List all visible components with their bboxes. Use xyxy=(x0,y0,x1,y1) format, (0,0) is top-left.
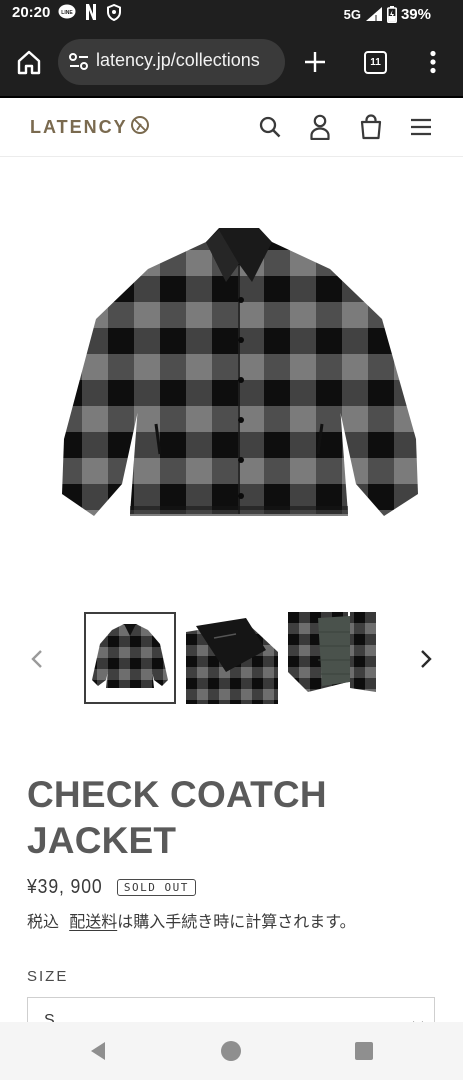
home-icon[interactable] xyxy=(14,48,44,78)
thumbnail-2-image xyxy=(186,612,278,704)
url-text: latency.jp/collections xyxy=(96,50,260,70)
shield-icon xyxy=(106,3,122,25)
recents-icon[interactable] xyxy=(353,1040,375,1062)
thumbnail-gallery xyxy=(0,612,463,706)
site-header: LATENCY xyxy=(0,98,463,157)
thumbnail-1-image xyxy=(92,624,168,688)
browser-toolbar: latency.jp/collections 11 xyxy=(0,28,463,96)
logo-mark-icon xyxy=(130,115,150,139)
status-time: 20:20 xyxy=(12,4,51,21)
menu-icon[interactable] xyxy=(407,113,435,141)
tax-prefix: 税込 xyxy=(27,912,60,931)
price-row: ¥39, 900 SOLD OUT xyxy=(27,874,196,900)
cart-icon[interactable] xyxy=(357,113,385,141)
site-logo[interactable]: LATENCY xyxy=(30,114,150,140)
product-title: CHECK COATCH JACKET xyxy=(27,774,327,861)
battery-percent: 39% xyxy=(400,5,431,23)
site-info-icon[interactable] xyxy=(68,52,90,76)
thumbnail-3-image xyxy=(288,612,380,704)
thumbnail-prev-arrow[interactable] xyxy=(27,647,47,671)
line-icon: LINE xyxy=(58,4,76,24)
size-label: SIZE xyxy=(27,968,69,985)
product-main-image[interactable] xyxy=(56,224,422,524)
system-icons: 5G 39% xyxy=(344,4,431,24)
tax-note: 税込 配送料は購入手続き時に計算されます。 xyxy=(27,908,356,932)
address-bar[interactable]: latency.jp/collections xyxy=(58,39,285,85)
more-menu-icon[interactable] xyxy=(428,50,438,78)
back-icon[interactable] xyxy=(87,1040,109,1062)
thumbnail-next-arrow[interactable] xyxy=(416,647,436,671)
new-tab-icon[interactable] xyxy=(303,50,327,78)
shipping-link[interactable]: 配送料 xyxy=(69,912,117,931)
tax-suffix: は購入手続き時に計算されます。 xyxy=(117,912,356,931)
search-icon[interactable] xyxy=(256,113,284,141)
account-icon[interactable] xyxy=(306,113,334,141)
signal-icon xyxy=(365,6,383,22)
product-price: ¥39, 900 xyxy=(27,875,103,898)
notification-icons: LINE xyxy=(58,3,122,25)
svg-text:LINE: LINE xyxy=(61,10,73,16)
logo-text: LATENCY xyxy=(30,116,128,137)
system-nav-bar xyxy=(0,1022,463,1080)
battery-icon xyxy=(386,5,397,23)
home-button-icon[interactable] xyxy=(220,1040,242,1062)
thumbnail-2[interactable] xyxy=(186,612,278,704)
status-bar: 20:20 LINE 5G 39% xyxy=(0,0,463,28)
network-type: 5G xyxy=(343,6,361,22)
sold-out-badge: SOLD OUT xyxy=(116,878,196,896)
thumbnail-1[interactable] xyxy=(84,612,176,704)
netflix-n-icon xyxy=(85,4,97,24)
tab-switcher-icon[interactable]: 11 xyxy=(364,51,387,74)
thumbnail-3[interactable] xyxy=(288,612,380,704)
